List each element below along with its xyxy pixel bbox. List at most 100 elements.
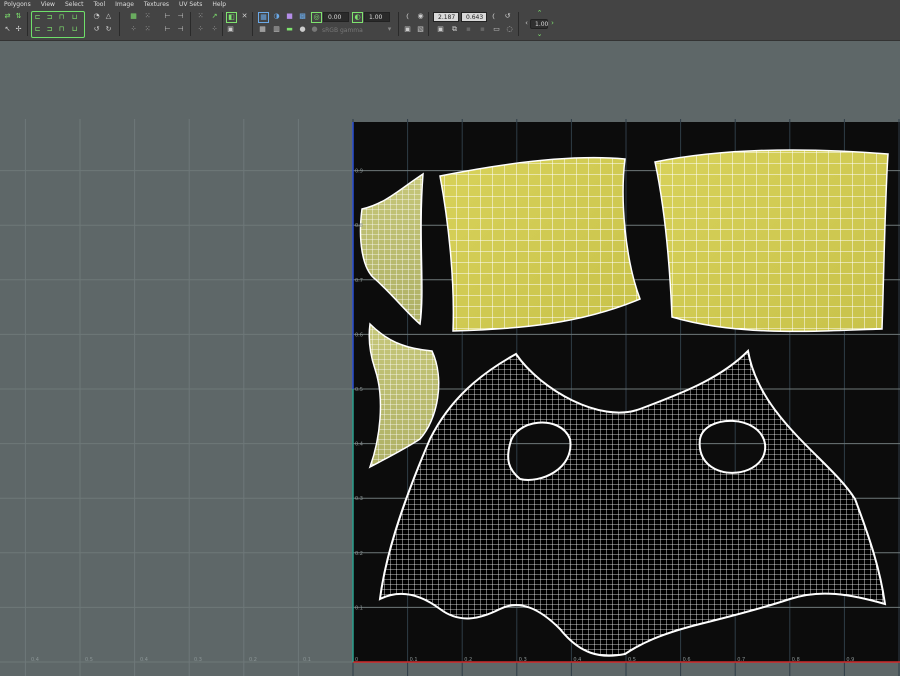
menu-select[interactable]: Select: [65, 1, 84, 8]
rotate-90-icon[interactable]: ↻: [104, 25, 113, 34]
refresh-icon[interactable]: ↺: [503, 12, 512, 21]
dots-icon[interactable]: ⁙: [143, 12, 152, 21]
split-icon[interactable]: ⊢: [163, 25, 172, 34]
exposure-field[interactable]: 0.00: [323, 12, 349, 22]
grid-snap-icon[interactable]: ▦: [129, 12, 138, 21]
uv-editor-viewport[interactable]: 0 0.1 0.2 0.3 0.4 0.5 0.6 0.7 0.8 0.9 0.4 0.5 0.4 0.3…: [0, 119, 900, 676]
rotate-ccw-icon[interactable]: ↺: [92, 25, 101, 34]
u-tick-label: 0.1: [410, 657, 418, 663]
v-tick-label: 0.1: [355, 605, 363, 611]
menu-tool[interactable]: Tool: [93, 1, 105, 8]
layer-icon[interactable]: ▣: [436, 25, 445, 34]
distribute-u-icon[interactable]: ⊏: [33, 25, 42, 34]
u-tick-label: 0.8: [792, 657, 800, 663]
cross-icon[interactable]: ✕: [240, 12, 249, 21]
v-tick-label: 0.6: [355, 332, 363, 338]
shell-border-icon[interactable]: ↗: [210, 12, 219, 21]
page-icon[interactable]: ▭: [492, 25, 501, 34]
u-tick-label-left: 0.4: [31, 657, 39, 663]
chevron-down-icon[interactable]: ▾: [385, 25, 394, 34]
shell-select-icon[interactable]: ⁙: [196, 12, 205, 21]
editor-header-gap: [0, 41, 900, 119]
u-tick-label: 0.7: [737, 657, 745, 663]
v-coordinate-field[interactable]: 0.643: [461, 12, 487, 22]
exposure-icon[interactable]: ◎: [311, 12, 322, 23]
u-tick-label: 0.4: [573, 657, 581, 663]
flip-v-icon[interactable]: ⇅: [14, 12, 23, 21]
u-tick-label-left: 0.1: [303, 657, 311, 663]
u-tick-label: 0.5: [628, 657, 636, 663]
cut-icon[interactable]: ⊢: [163, 12, 172, 21]
gamma-field[interactable]: 1.00: [364, 12, 390, 22]
isolate-icon[interactable]: ◧: [226, 12, 237, 23]
straighten-icon[interactable]: ⊓: [57, 25, 66, 34]
paste-icon: ▪: [466, 25, 471, 33]
paste2-icon: ▪: [480, 25, 485, 33]
align-min-v-icon[interactable]: ⊓: [57, 13, 66, 22]
menu-image[interactable]: Image: [115, 1, 134, 8]
v-tick-label: 0.5: [355, 387, 363, 393]
coordinate-link-icon[interactable]: ⦅: [489, 12, 498, 21]
menu-textures[interactable]: Textures: [144, 1, 169, 8]
dots2-icon[interactable]: ⁙: [143, 25, 152, 34]
merge-icon[interactable]: ⊣: [176, 25, 185, 34]
u-tick-label: 0.9: [846, 657, 854, 663]
align-min-u-icon[interactable]: ⊏: [33, 13, 42, 22]
uv-image-icon[interactable]: ▧: [416, 25, 425, 34]
dim-image-icon[interactable]: ▦: [258, 25, 267, 34]
color-icon[interactable]: ■: [285, 12, 294, 21]
u-tick-label-left: 0.3: [194, 657, 202, 663]
menu-polygons[interactable]: Polygons: [4, 1, 31, 8]
gamma-icon[interactable]: ◐: [352, 12, 363, 23]
copy-icon[interactable]: ⧉: [450, 25, 459, 34]
v-tick-label: 0.7: [355, 278, 363, 284]
hide-icon[interactable]: ◌: [505, 25, 514, 34]
sew-icon[interactable]: ⊣: [176, 12, 185, 21]
dot-icon[interactable]: ●: [298, 25, 307, 34]
checker-icon[interactable]: ▩: [298, 12, 307, 21]
menu-bar: Polygons View Select Tool Image Textures…: [0, 0, 900, 8]
flip-u-icon[interactable]: ⇄: [3, 12, 12, 21]
texture-border-icon[interactable]: ▥: [272, 25, 281, 34]
rotate-cw-icon[interactable]: ◔: [92, 12, 101, 21]
align-max-u-icon[interactable]: ⊐: [45, 13, 54, 22]
stack-icon[interactable]: ⊔: [70, 25, 79, 34]
u-tick-label-left: 0.4: [140, 657, 148, 663]
u-coordinate-field[interactable]: 2.187: [433, 12, 459, 22]
align-max-v-icon[interactable]: ⊔: [70, 13, 79, 22]
uv-toggle-icon[interactable]: ◉: [416, 12, 425, 21]
v-tick-label: 0.4: [355, 442, 363, 448]
uv-toolbar: ⇄ ⇅ ↖ ✢ ⊏ ⊐ ⊓ ⊔ ⊏ ⊐ ⊓ ⊔ ◔ △ ↺ ↻ ▦ ⁘ ⁙ ⁙ …: [0, 8, 900, 41]
chevron-down-zoom-icon[interactable]: ⌄: [535, 30, 544, 39]
triangle-icon[interactable]: △: [104, 12, 113, 21]
v-tick-label: 0.2: [355, 551, 363, 557]
colorspace-dropdown[interactable]: sRGB gamma: [322, 27, 363, 34]
select-border-icon[interactable]: ⁘: [196, 25, 205, 34]
uv-canvas[interactable]: 0 0.1 0.2 0.3 0.4 0.5 0.6 0.7 0.8 0.9 0.4 0.5 0.4 0.3…: [0, 119, 900, 676]
distribute-v-icon[interactable]: ⊐: [45, 25, 54, 34]
u-tick-label: 0.2: [464, 657, 472, 663]
move-tool-icon[interactable]: ↖: [3, 25, 12, 34]
v-tick-label: 0.9: [355, 169, 363, 175]
image-icon[interactable]: ▣: [226, 25, 235, 34]
grid-display-icon[interactable]: ▦: [258, 12, 269, 23]
zoom-next-icon[interactable]: ›: [548, 19, 557, 28]
uv-snap-icon[interactable]: ▣: [403, 25, 412, 34]
u-tick-label-left: 0.2: [249, 657, 257, 663]
select-overlap-icon[interactable]: ⁘: [210, 25, 219, 34]
chevron-up-icon[interactable]: ⌃: [535, 9, 544, 18]
uv-link-icon[interactable]: ⦅: [403, 12, 412, 21]
menu-help[interactable]: Help: [212, 1, 226, 8]
pixel-snap-icon[interactable]: ⁘: [129, 25, 138, 34]
zoom-field[interactable]: 1.00: [530, 19, 548, 29]
u-tick-label: 0.3: [519, 657, 527, 663]
v-tick-label: 0.3: [355, 496, 363, 502]
line-icon[interactable]: ▬: [285, 25, 294, 34]
menu-uv-sets[interactable]: UV Sets: [179, 1, 202, 8]
dot-disabled-icon: ●: [311, 25, 318, 33]
pin-icon[interactable]: ✢: [14, 25, 23, 34]
shading-icon[interactable]: ◑: [272, 12, 281, 21]
u-tick-label: 0: [355, 657, 358, 663]
menu-view[interactable]: View: [41, 1, 55, 8]
u-tick-label: 0.6: [683, 657, 691, 663]
